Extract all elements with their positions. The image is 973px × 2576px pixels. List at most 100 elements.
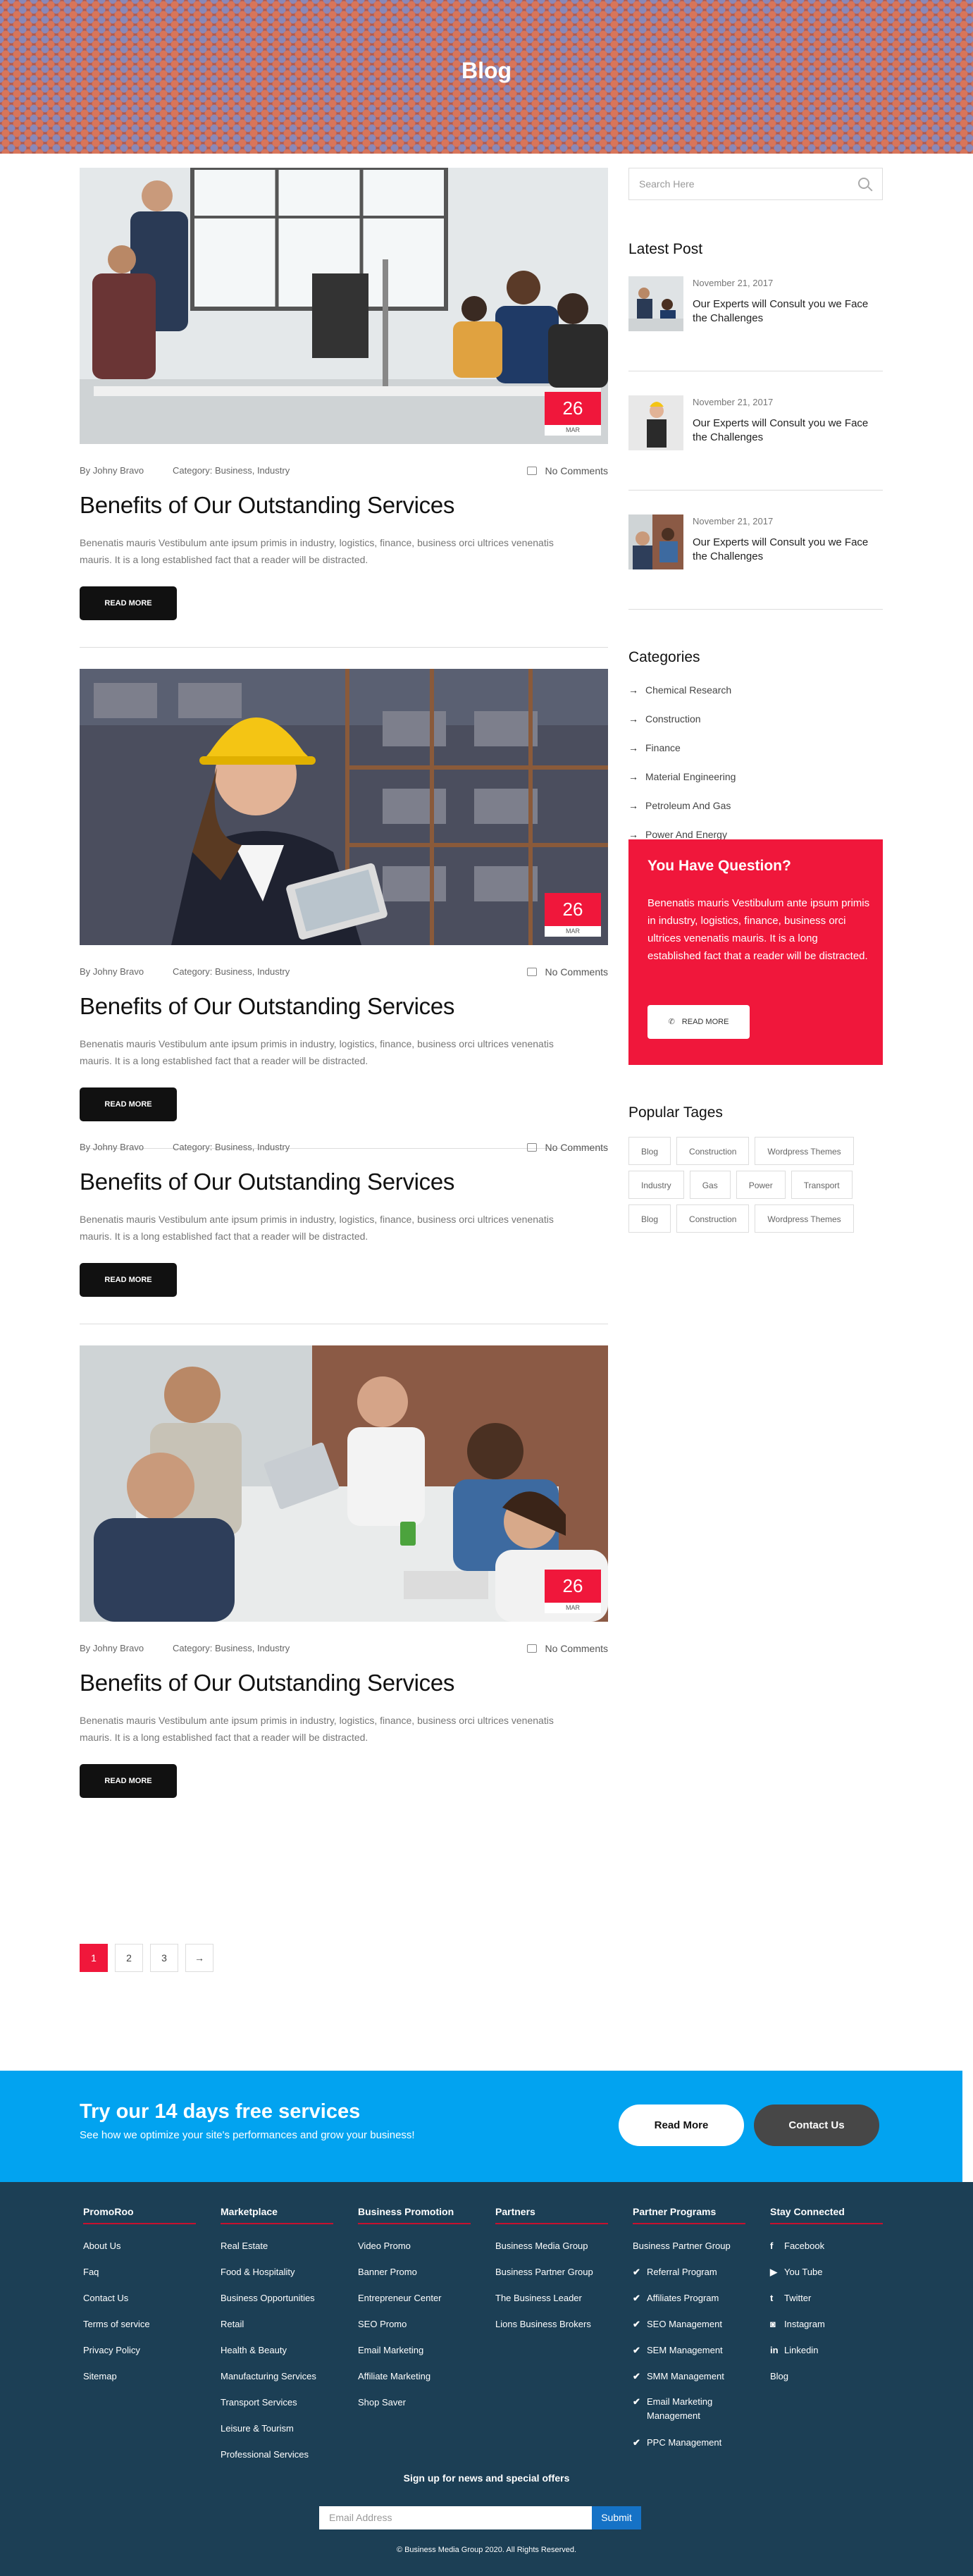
- page-2-button[interactable]: 2: [115, 1944, 143, 1972]
- post-image-office-team[interactable]: 26 MAR: [80, 168, 608, 444]
- read-more-button[interactable]: READ MORE: [80, 1087, 177, 1121]
- footer-link[interactable]: Privacy Policy: [83, 2337, 210, 2363]
- category-item[interactable]: → Construction: [628, 705, 883, 734]
- post-image-engineer[interactable]: 26 MAR: [80, 669, 608, 945]
- tag[interactable]: Wordpress Themes: [755, 1204, 854, 1233]
- post-category[interactable]: Category: Business, Industry: [173, 966, 290, 977]
- post-author[interactable]: By Johny Bravo: [80, 1643, 144, 1653]
- tag[interactable]: Wordpress Themes: [755, 1137, 854, 1165]
- youtube-link[interactable]: ▶ You Tube: [770, 2259, 897, 2285]
- footer-link[interactable]: ✔ Affiliates Program: [633, 2285, 760, 2311]
- category-item[interactable]: → Petroleum And Gas: [628, 791, 883, 820]
- latest-post-item[interactable]: November 21, 2017 Our Experts will Consu…: [628, 514, 883, 610]
- post-author[interactable]: By Johny Bravo: [80, 966, 144, 977]
- tag[interactable]: Blog: [628, 1204, 671, 1233]
- footer-link[interactable]: Food & Hospitality: [221, 2259, 347, 2285]
- latest-post-thumbnail[interactable]: [628, 276, 683, 331]
- post-category[interactable]: Category: Business, Industry: [173, 1643, 290, 1653]
- latest-post-title[interactable]: Our Experts will Consult you we Face the…: [693, 536, 879, 564]
- linkedin-link[interactable]: in Linkedin: [770, 2337, 897, 2363]
- footer-link[interactable]: ✔ SEM Management: [633, 2337, 760, 2363]
- post-title[interactable]: Benefits of Our Outstanding Services: [80, 993, 608, 1020]
- search-icon[interactable]: [858, 178, 869, 189]
- footer-link[interactable]: Sitemap: [83, 2363, 210, 2389]
- post-comments[interactable]: No Comments: [526, 966, 608, 978]
- footer-link[interactable]: Faq: [83, 2259, 210, 2285]
- footer-link[interactable]: ✔ Email Marketing Management: [633, 2389, 760, 2429]
- question-read-more-button[interactable]: ✆ READ MORE: [647, 1005, 750, 1039]
- post-excerpt: Benenatis mauris Vestibulum ante ipsum p…: [80, 1214, 554, 1242]
- email-field[interactable]: Email Address: [319, 2506, 592, 2529]
- tag[interactable]: Construction: [676, 1204, 750, 1233]
- latest-post-thumbnail[interactable]: [628, 395, 683, 450]
- footer-link[interactable]: Health & Beauty: [221, 2337, 347, 2363]
- footer-link[interactable]: Professional Services: [221, 2441, 347, 2467]
- tag[interactable]: Transport: [791, 1171, 853, 1199]
- post-category[interactable]: Category: Business, Industry: [173, 465, 290, 476]
- cta-contact-button[interactable]: Contact Us: [754, 2104, 879, 2146]
- post-title[interactable]: Benefits of Our Outstanding Services: [80, 1670, 608, 1696]
- category-item[interactable]: → Finance: [628, 734, 883, 763]
- post-comments[interactable]: No Comments: [526, 1142, 608, 1153]
- read-more-button[interactable]: READ MORE: [80, 1764, 177, 1798]
- post-comments[interactable]: No Comments: [526, 465, 608, 476]
- read-more-button[interactable]: READ MORE: [80, 586, 177, 620]
- tag[interactable]: Industry: [628, 1171, 684, 1199]
- footer-link[interactable]: Manufacturing Services: [221, 2363, 347, 2389]
- footer-link[interactable]: ✔ PPC Management: [633, 2429, 760, 2455]
- footer-link[interactable]: Business Partner Group: [633, 2233, 760, 2259]
- footer-link[interactable]: Transport Services: [221, 2389, 347, 2415]
- footer-link[interactable]: Contact Us: [83, 2285, 210, 2311]
- category-item[interactable]: → Chemical Research: [628, 676, 883, 705]
- post-author[interactable]: By Johny Bravo: [80, 1142, 144, 1152]
- footer-link[interactable]: SEO Promo: [358, 2311, 485, 2337]
- footer-link[interactable]: Affiliate Marketing: [358, 2363, 485, 2389]
- footer-link[interactable]: Video Promo: [358, 2233, 485, 2259]
- post-title[interactable]: Benefits of Our Outstanding Services: [80, 1169, 608, 1195]
- page-3-button[interactable]: 3: [150, 1944, 178, 1972]
- footer-link[interactable]: Real Estate: [221, 2233, 347, 2259]
- tag[interactable]: Construction: [676, 1137, 750, 1165]
- cta-read-more-button[interactable]: Read More: [619, 2104, 744, 2146]
- footer-link[interactable]: Retail: [221, 2311, 347, 2337]
- post-category[interactable]: Category: Business, Industry: [173, 1142, 290, 1152]
- category-item[interactable]: → Material Engineering: [628, 763, 883, 791]
- footer-link[interactable]: Leisure & Tourism: [221, 2415, 347, 2441]
- footer-link[interactable]: ✔ Referral Program: [633, 2259, 760, 2285]
- footer-link[interactable]: Business Opportunities: [221, 2285, 347, 2311]
- latest-post-item[interactable]: November 21, 2017 Our Experts will Consu…: [628, 395, 883, 491]
- latest-post-thumbnail[interactable]: [628, 514, 683, 569]
- latest-post-item[interactable]: November 21, 2017 Our Experts will Consu…: [628, 276, 883, 371]
- footer-link[interactable]: Lions Business Brokers: [495, 2311, 622, 2337]
- footer-link[interactable]: Business Partner Group: [495, 2259, 622, 2285]
- footer-link[interactable]: Terms of service: [83, 2311, 210, 2337]
- next-page-button[interactable]: →: [185, 1944, 213, 1972]
- footer-link[interactable]: Banner Promo: [358, 2259, 485, 2285]
- read-more-button[interactable]: READ MORE: [80, 1263, 177, 1297]
- tag[interactable]: Blog: [628, 1137, 671, 1165]
- instagram-link[interactable]: ◙ Instagram: [770, 2311, 897, 2337]
- page-1-button[interactable]: 1: [80, 1944, 108, 1972]
- post-comments[interactable]: No Comments: [526, 1643, 608, 1654]
- footer-link[interactable]: Business Media Group: [495, 2233, 622, 2259]
- footer-link[interactable]: Email Marketing: [358, 2337, 485, 2363]
- search-input[interactable]: Search Here: [628, 168, 883, 200]
- site-footer: PromoRoo About Us Faq Contact Us Terms o…: [0, 2182, 973, 2576]
- tag[interactable]: Power: [736, 1171, 786, 1199]
- post-image-meeting[interactable]: 26 MAR: [80, 1345, 608, 1622]
- footer-link[interactable]: The Business Leader: [495, 2285, 622, 2311]
- footer-link[interactable]: About Us: [83, 2233, 210, 2259]
- latest-post-title[interactable]: Our Experts will Consult you we Face the…: [693, 417, 879, 445]
- footer-link[interactable]: Shop Saver: [358, 2389, 485, 2415]
- submit-button[interactable]: Submit: [592, 2506, 641, 2529]
- facebook-link[interactable]: f Facebook: [770, 2233, 897, 2259]
- post-author[interactable]: By Johny Bravo: [80, 465, 144, 476]
- latest-post-title[interactable]: Our Experts will Consult you we Face the…: [693, 297, 879, 326]
- post-title[interactable]: Benefits of Our Outstanding Services: [80, 492, 608, 519]
- twitter-link[interactable]: t Twitter: [770, 2285, 897, 2311]
- tag[interactable]: Gas: [689, 1171, 731, 1199]
- footer-link[interactable]: ✔ SMM Management: [633, 2363, 760, 2389]
- blog-link[interactable]: Blog: [770, 2363, 897, 2389]
- footer-link[interactable]: Entrepreneur Center: [358, 2285, 485, 2311]
- footer-link[interactable]: ✔ SEO Management: [633, 2311, 760, 2337]
